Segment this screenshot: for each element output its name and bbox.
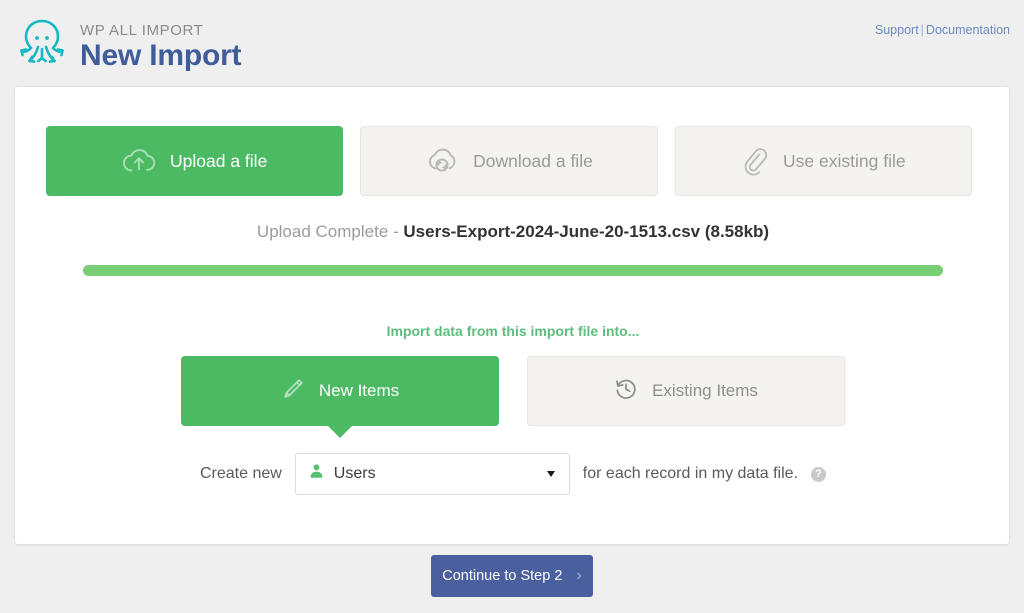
cloud-upload-icon: [122, 147, 156, 175]
cloud-download-icon: [425, 147, 459, 175]
help-icon[interactable]: ?: [811, 467, 826, 482]
chevron-down-icon: [547, 471, 555, 477]
tab-use-existing-file-label: Use existing file: [783, 151, 906, 172]
tab-upload-a-file[interactable]: Upload a file: [46, 126, 343, 196]
create-new-suffix-label: for each record in my data file.: [583, 465, 798, 483]
file-source-tabs: Upload a file Download a file Use existi…: [46, 126, 972, 196]
support-link[interactable]: Support: [875, 23, 919, 37]
uploaded-file-name: Users-Export-2024-June-20-1513.csv (8.58…: [403, 222, 769, 241]
mode-existing-items[interactable]: Existing Items: [527, 356, 845, 426]
brand-block: WP ALL IMPORT New Import: [14, 12, 241, 73]
mode-new-items-label: New Items: [319, 381, 399, 401]
clock-history-icon: [614, 377, 638, 406]
upload-status: Upload Complete - Users-Export-2024-June…: [15, 221, 1011, 243]
mode-new-items[interactable]: New Items: [181, 356, 499, 426]
post-type-select-value: Users: [334, 465, 376, 483]
links-separator: |: [919, 23, 926, 37]
continue-button-label: Continue to Step 2: [442, 568, 562, 584]
brand-text: WP ALL IMPORT New Import: [80, 12, 241, 73]
upload-progress-fill: [83, 265, 943, 276]
pencil-icon: [281, 377, 305, 406]
mode-existing-items-label: Existing Items: [652, 381, 758, 401]
import-mode-buttons: New Items Existing Items: [181, 356, 845, 426]
documentation-link[interactable]: Documentation: [926, 23, 1010, 37]
upload-status-label: Upload Complete -: [257, 222, 403, 241]
upload-progress-bar: [83, 265, 943, 276]
post-type-select[interactable]: Users: [295, 453, 570, 495]
continue-to-step-2-button[interactable]: Continue to Step 2 ›: [431, 555, 593, 597]
header-links: Support|Documentation: [875, 23, 1010, 37]
page-header: WP ALL IMPORT New Import Support|Documen…: [0, 0, 1024, 86]
import-card: Upload a file Download a file Use existi…: [14, 86, 1010, 545]
paperclip-icon: [741, 146, 769, 176]
brand-small-title: WP ALL IMPORT: [80, 22, 241, 39]
tab-download-a-file-label: Download a file: [473, 151, 593, 172]
tab-use-existing-file[interactable]: Use existing file: [675, 126, 972, 196]
octopus-logo-icon: [14, 12, 70, 72]
user-icon: [308, 463, 325, 485]
mode-selected-pointer: [327, 425, 353, 438]
create-new-prefix-label: Create new: [200, 465, 282, 483]
card-footer: Continue to Step 2 ›: [0, 555, 1024, 597]
chevron-right-icon: ›: [576, 567, 581, 585]
create-new-row: Create new Users for each record in my d…: [15, 453, 1011, 495]
tab-upload-a-file-label: Upload a file: [170, 151, 267, 172]
import-target-prompt: Import data from this import file into..…: [15, 323, 1011, 339]
tab-download-a-file[interactable]: Download a file: [360, 126, 657, 196]
page-title: New Import: [80, 39, 241, 73]
